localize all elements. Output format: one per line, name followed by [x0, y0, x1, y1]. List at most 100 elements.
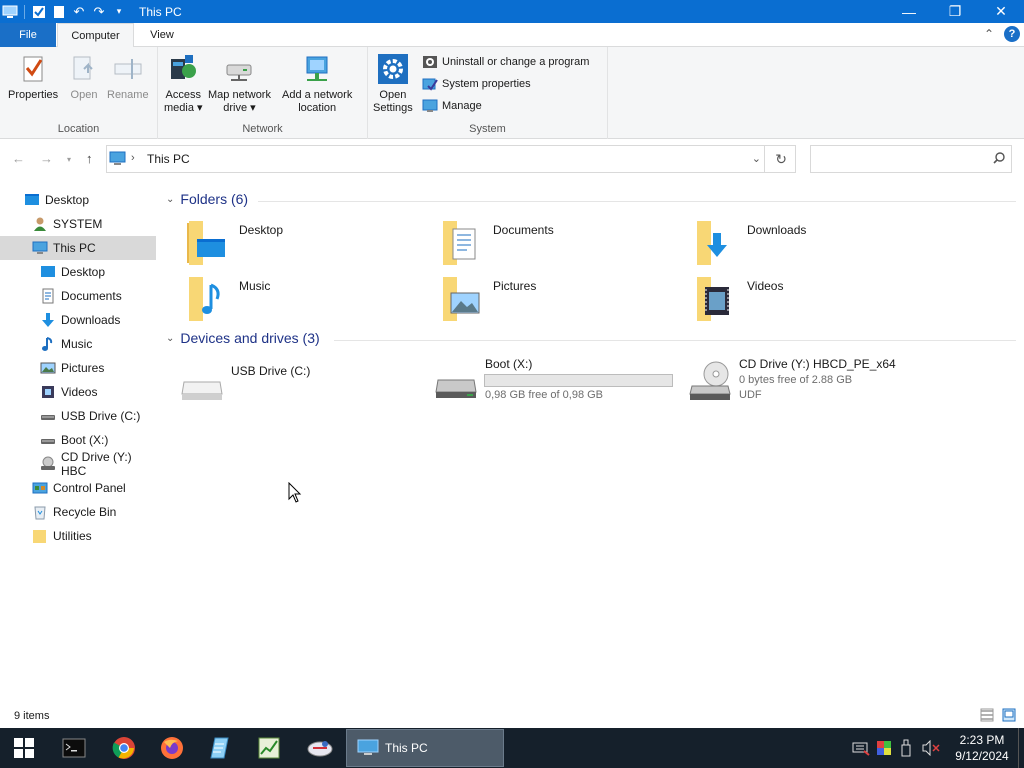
start-button[interactable] — [0, 728, 48, 768]
nav-item-label: Videos — [61, 385, 98, 399]
minimize-button[interactable]: — — [886, 0, 932, 23]
close-button[interactable]: ✕ — [978, 0, 1024, 23]
clock[interactable]: 2:23 PM 9/12/2024 — [946, 732, 1018, 764]
drive-free-space: 0,98 GB free of 0,98 GB — [485, 389, 604, 401]
system-properties-label: System properties — [442, 78, 531, 90]
redo-icon[interactable]: ↷ — [91, 4, 107, 20]
recent-locations-icon[interactable]: ▾ — [67, 155, 71, 164]
folder-tile-videos[interactable]: Videos — [691, 275, 783, 323]
nav-item-utilities[interactable]: Utilities — [0, 524, 156, 548]
map-drive-label-2: drive ▾ — [223, 102, 256, 114]
pc-icon — [357, 739, 379, 755]
breadcrumb-separator-icon[interactable]: › — [131, 152, 135, 164]
drive-tile-usb[interactable]: USB Drive (C:) — [180, 360, 420, 408]
nav-item-pictures[interactable]: Pictures — [0, 356, 156, 380]
system-properties-icon — [422, 78, 438, 91]
manage-button[interactable]: Manage — [422, 98, 482, 114]
map-drive-label-1: Map network — [208, 89, 271, 101]
tab-computer[interactable]: Computer — [57, 23, 134, 48]
properties-button[interactable]: Properties — [8, 53, 58, 102]
new-folder-icon[interactable] — [51, 4, 67, 20]
nav-item-boot-drive[interactable]: Boot (X:) — [0, 428, 156, 452]
folder-tile-documents[interactable]: Documents — [437, 219, 554, 267]
nav-item-videos[interactable]: Videos — [0, 380, 156, 404]
drive-tile-boot[interactable]: Boot (X:) 0,98 GB free of 0,98 GB — [434, 356, 684, 408]
nav-item-control-panel[interactable]: Control Panel — [0, 476, 156, 500]
refresh-icon[interactable]: ↻ — [775, 151, 787, 168]
nav-item-desktop[interactable]: Desktop — [0, 260, 156, 284]
access-media-button[interactable]: Access media ▾ — [164, 53, 203, 115]
windows-logo-icon — [14, 738, 34, 758]
details-view-icon[interactable] — [980, 708, 994, 722]
nav-item-documents[interactable]: Documents — [0, 284, 156, 308]
taskbar-task-manager[interactable] — [245, 728, 293, 768]
access-media-label-2: media ▾ — [164, 102, 203, 114]
folders-section-header[interactable]: ⌄ Folders (6) — [166, 191, 248, 207]
folder-tile-music[interactable]: Music — [183, 275, 270, 323]
desktop-icon — [25, 194, 39, 205]
drive-tile-cd[interactable]: CD Drive (Y:) HBCD_PE_x64 0 bytes free o… — [688, 356, 1008, 408]
forward-arrow-icon[interactable]: → — [40, 151, 53, 166]
nav-item-label: Boot (X:) — [61, 433, 109, 447]
view-switcher — [980, 708, 1016, 722]
address-bar[interactable]: › This PC ⌄ ↻ — [106, 145, 796, 173]
nav-item-system-user[interactable]: SYSTEM — [0, 212, 156, 236]
manage-label: Manage — [442, 100, 482, 112]
map-network-drive-button[interactable]: Map network drive ▾ — [208, 53, 271, 115]
restore-button[interactable]: ❐ — [932, 0, 978, 23]
rename-button[interactable]: Rename — [107, 53, 149, 102]
search-icon[interactable] — [993, 152, 1005, 167]
pc-icon[interactable] — [2, 4, 18, 20]
open-settings-button[interactable]: Open Settings — [373, 53, 413, 115]
manage-icon — [422, 99, 438, 112]
taskbar-firefox[interactable] — [148, 728, 196, 768]
show-desktop-button[interactable] — [1018, 728, 1024, 768]
search-box[interactable] — [810, 145, 1012, 173]
keyboard-layout-icon[interactable] — [852, 740, 870, 756]
nav-item-label: Documents — [61, 289, 122, 303]
collapse-chevron-icon[interactable]: ⌄ — [166, 194, 174, 205]
nav-item-label: Downloads — [61, 313, 121, 327]
up-arrow-icon[interactable]: ↑ — [86, 151, 93, 166]
nav-item-recycle-bin[interactable]: Recycle Bin — [0, 500, 156, 524]
undo-icon[interactable]: ↶ — [71, 4, 87, 20]
folder-tile-downloads[interactable]: Downloads — [691, 219, 806, 267]
folder-tile-desktop[interactable]: Desktop — [183, 219, 283, 267]
volume-muted-icon[interactable] — [922, 740, 940, 756]
expand-ribbon-icon[interactable]: ⌃ — [984, 27, 994, 41]
videos-icon — [42, 386, 54, 398]
nav-item-desktop-root[interactable]: Desktop — [0, 188, 156, 212]
taskbar-app[interactable] — [296, 728, 344, 768]
collapse-chevron-icon[interactable]: ⌄ — [166, 333, 174, 344]
folder-tile-pictures[interactable]: Pictures — [437, 275, 536, 323]
uninstall-program-button[interactable]: Uninstall or change a program — [422, 54, 589, 70]
properties-check-icon[interactable] — [31, 4, 47, 20]
usb-device-icon[interactable] — [900, 739, 912, 757]
color-display-icon[interactable] — [876, 740, 892, 756]
nav-item-cd-drive[interactable]: CD Drive (Y:) HBC — [0, 450, 156, 478]
open-settings-label-2: Settings — [373, 102, 413, 114]
large-icons-view-icon[interactable] — [1002, 708, 1016, 722]
nav-item-label: This PC — [53, 241, 96, 255]
breadcrumb[interactable]: This PC — [147, 152, 190, 166]
taskbar-notepad[interactable] — [196, 728, 244, 768]
tab-file[interactable]: File — [0, 23, 56, 47]
open-button[interactable]: Open — [68, 53, 100, 102]
nav-item-usb-drive[interactable]: USB Drive (C:) — [0, 404, 156, 428]
nav-item-downloads[interactable]: Downloads — [0, 308, 156, 332]
back-arrow-icon[interactable]: ← — [12, 151, 25, 166]
nav-item-music[interactable]: Music — [0, 332, 156, 356]
taskbar-this-pc-window[interactable]: This PC — [346, 729, 504, 767]
search-input[interactable] — [815, 150, 985, 168]
tab-view[interactable]: View — [138, 23, 186, 47]
taskbar-chrome[interactable] — [100, 728, 148, 768]
system-properties-button[interactable]: System properties — [422, 76, 531, 92]
help-icon[interactable]: ? — [1004, 26, 1020, 42]
taskbar-cmd[interactable] — [50, 728, 98, 768]
customize-dropdown-icon[interactable]: ▾ — [111, 4, 127, 20]
address-dropdown-icon[interactable]: ⌄ — [752, 152, 761, 165]
add-network-location-button[interactable]: Add a network location — [282, 53, 352, 115]
drives-section-header[interactable]: ⌄ Devices and drives (3) — [166, 330, 320, 346]
nav-item-label: Desktop — [61, 265, 106, 279]
nav-item-this-pc[interactable]: This PC — [0, 236, 156, 260]
